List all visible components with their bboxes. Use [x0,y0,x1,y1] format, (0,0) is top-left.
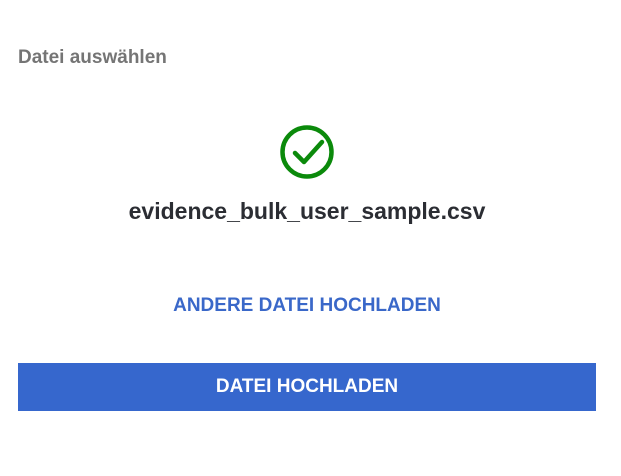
upload-other-file-button[interactable]: ANDERE DATEI HOCHLADEN [0,292,614,320]
check-circle-icon [280,125,334,179]
uploaded-file-name: evidence_bulk_user_sample.csv [128,198,486,224]
upload-file-button[interactable]: DATEI HOCHLADEN [18,363,596,411]
section-label: Datei auswählen [18,47,167,68]
